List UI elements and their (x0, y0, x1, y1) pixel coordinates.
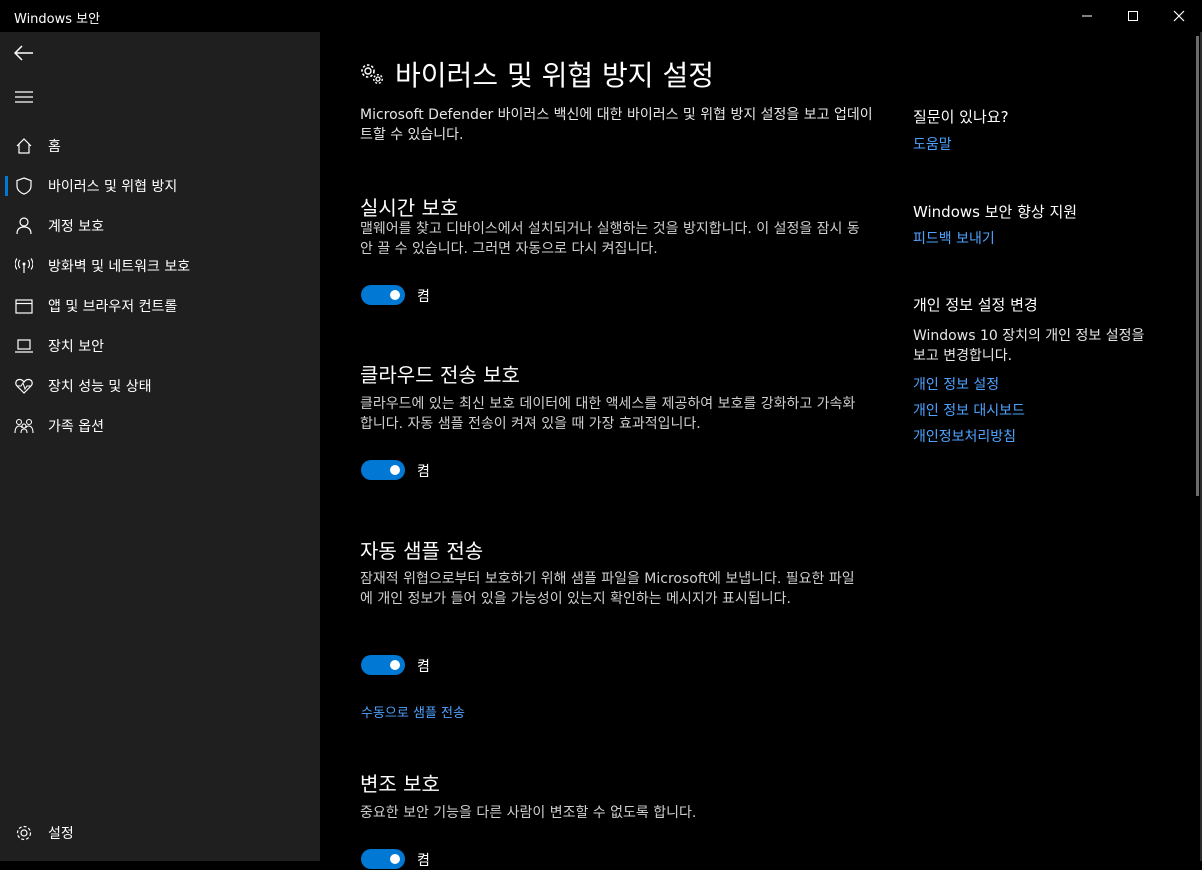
gear-icon (0, 813, 48, 853)
back-button[interactable] (0, 33, 48, 73)
section-desc-tamper: 중요한 보안 기능을 다른 사람이 변조할 수 없도록 합니다. (360, 805, 697, 821)
sidebar: 홈 바이러스 및 위협 방지 계정 보호 방화벽 및 네트워크 보호 앱 및 브… (0, 32, 320, 861)
person-icon (0, 206, 48, 246)
minimize-button[interactable] (1064, 0, 1110, 32)
toggle-knob (390, 465, 400, 475)
manual-sample-link[interactable]: 수동으로 샘플 전송 (361, 702, 465, 721)
maximize-icon (1128, 11, 1138, 21)
section-desc-cloud: 클라우드에 있는 최신 보호 데이터에 대한 액세스를 제공하여 보호를 강화하… (360, 396, 856, 432)
back-arrow-icon (14, 45, 33, 61)
sidebar-item-device-performance[interactable]: 장치 성능 및 상태 (0, 366, 320, 406)
sidebar-item-firewall[interactable]: 방화벽 및 네트워크 보호 (0, 246, 320, 286)
intro-text: Microsoft Defender 바이러스 백신에 대한 바이러스 및 위협… (360, 107, 873, 143)
sidebar-item-home[interactable]: 홈 (0, 126, 320, 166)
hamburger-icon (15, 91, 33, 103)
improve-heading: Windows 보안 향상 지원 (913, 203, 1078, 221)
page-title-text: 바이러스 및 위협 방지 설정 (395, 59, 714, 92)
home-icon (0, 126, 48, 166)
sidebar-item-label: 앱 및 브라우저 컨트롤 (48, 299, 178, 315)
main-content: 바이러스 및 위협 방지 설정 Microsoft Defender 바이러스 … (321, 32, 1191, 869)
privacy-heading: 개인 정보 설정 변경 (913, 296, 1038, 314)
hamburger-menu-button[interactable] (0, 77, 48, 117)
maximize-button[interactable] (1110, 0, 1156, 32)
privacy-statement-link[interactable]: 개인정보처리방침 (913, 426, 1016, 446)
sidebar-item-virus-protection[interactable]: 바이러스 및 위협 방지 (0, 166, 320, 206)
cloud-protection-toggle[interactable] (361, 460, 405, 480)
sample-submission-toggle[interactable] (361, 655, 405, 675)
sidebar-item-label: 방화벽 및 네트워크 보호 (48, 259, 191, 275)
active-indicator (5, 176, 8, 196)
sidebar-item-settings[interactable]: 설정 (0, 813, 320, 853)
section-desc-sample: 잠재적 위협으로부터 보호하기 위해 샘플 파일을 Microsoft에 보냅니… (360, 571, 855, 607)
toggle-knob (390, 854, 400, 864)
browser-window-icon (0, 286, 48, 326)
window-title: Windows 보안 (14, 12, 101, 27)
feedback-link[interactable]: 피드백 보내기 (913, 228, 995, 248)
section-title-realtime: 실시간 보호 (360, 196, 459, 220)
sidebar-item-family-options[interactable]: 가족 옵션 (0, 406, 320, 446)
scrollbar[interactable] (1196, 36, 1199, 496)
close-button[interactable] (1156, 0, 1202, 32)
sidebar-item-label: 바이러스 및 위협 방지 (48, 179, 178, 195)
privacy-settings-link[interactable]: 개인 정보 설정 (913, 374, 999, 394)
question-heading: 질문이 있나요? (913, 108, 1009, 126)
page-title: 바이러스 및 위협 방지 설정 (359, 54, 714, 94)
sidebar-item-label: 장치 성능 및 상태 (48, 379, 152, 395)
sidebar-item-label: 계정 보호 (48, 219, 104, 235)
family-icon (0, 406, 48, 446)
sidebar-item-device-security[interactable]: 장치 보안 (0, 326, 320, 366)
toggle-state-label: 켬 (417, 289, 430, 305)
gears-icon (359, 62, 385, 86)
toggle-state-label: 켬 (417, 853, 430, 869)
sidebar-item-account-protection[interactable]: 계정 보호 (0, 206, 320, 246)
close-icon (1173, 10, 1185, 22)
toggle-state-label: 켬 (417, 659, 430, 675)
title-bar: Windows 보안 (0, 0, 1202, 32)
section-title-cloud: 클라우드 전송 보호 (360, 363, 520, 387)
antenna-icon (0, 246, 48, 286)
privacy-desc: Windows 10 장치의 개인 정보 설정을 보고 변경합니다. (913, 328, 1145, 364)
toggle-knob (390, 660, 400, 670)
help-link[interactable]: 도움말 (913, 134, 952, 154)
sidebar-item-label: 홈 (48, 139, 61, 155)
laptop-icon (0, 326, 48, 366)
minimize-icon (1082, 15, 1092, 17)
sidebar-item-label: 가족 옵션 (48, 419, 104, 435)
toggle-state-label: 켬 (417, 464, 430, 480)
sidebar-item-app-browser-control[interactable]: 앱 및 브라우저 컨트롤 (0, 286, 320, 326)
tamper-protection-toggle[interactable] (361, 849, 405, 869)
section-title-tamper: 변조 보호 (360, 772, 440, 796)
heart-pulse-icon (0, 366, 48, 406)
section-title-sample: 자동 샘플 전송 (360, 539, 484, 563)
section-desc-realtime: 맬웨어를 찾고 디바이스에서 설치되거나 실행하는 것을 방지합니다. 이 설정… (360, 221, 860, 257)
privacy-dashboard-link[interactable]: 개인 정보 대시보드 (913, 400, 1025, 420)
toggle-knob (390, 290, 400, 300)
sidebar-item-label: 설정 (48, 826, 74, 842)
sidebar-item-label: 장치 보안 (48, 339, 104, 355)
realtime-protection-toggle[interactable] (361, 285, 405, 305)
